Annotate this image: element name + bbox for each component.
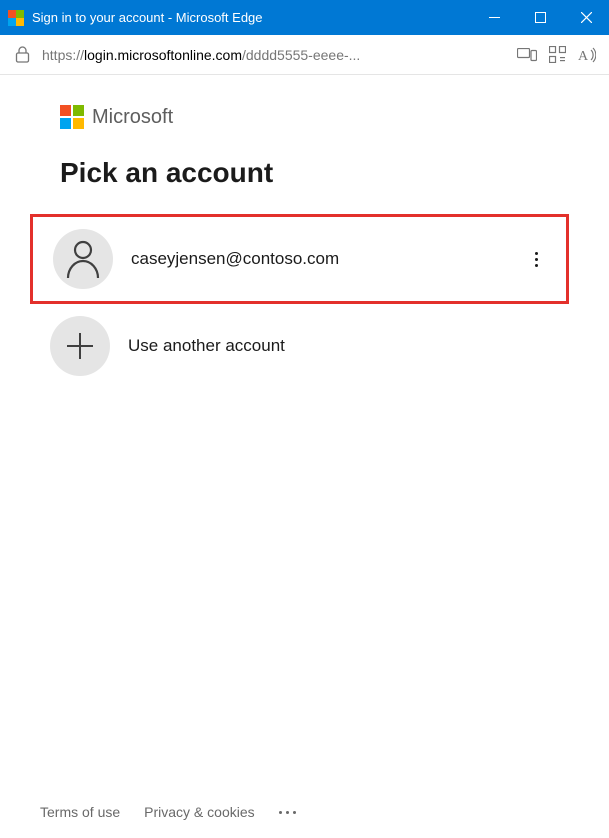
privacy-link[interactable]: Privacy & cookies (144, 804, 254, 820)
window-title: Sign in to your account - Microsoft Edge (32, 10, 471, 25)
close-button[interactable] (563, 0, 609, 35)
maximize-button[interactable] (517, 0, 563, 35)
footer: Terms of use Privacy & cookies (40, 804, 296, 820)
main-content: Microsoft Pick an account caseyjensen@co… (0, 75, 609, 388)
url-host: login.microsoftonline.com (84, 47, 242, 63)
url-scheme: https:// (42, 47, 84, 63)
window-titlebar: Sign in to your account - Microsoft Edge (0, 0, 609, 35)
avatar (53, 229, 113, 289)
microsoft-logo-text: Microsoft (92, 106, 173, 129)
address-bar: https://login.microsoftonline.com/dddd55… (0, 35, 609, 75)
use-another-label: Use another account (128, 336, 549, 356)
terms-link[interactable]: Terms of use (40, 804, 120, 820)
minimize-button[interactable] (471, 0, 517, 35)
footer-more-button[interactable] (279, 811, 296, 814)
device-icon[interactable] (517, 45, 537, 65)
account-list: caseyjensen@contoso.com Use another acco… (30, 214, 569, 388)
url-text[interactable]: https://login.microsoftonline.com/dddd55… (42, 47, 507, 63)
account-item-another[interactable]: Use another account (30, 304, 569, 388)
edge-app-icon (8, 10, 24, 26)
qr-icon[interactable] (547, 45, 567, 65)
url-path: /dddd5555-eeee-... (242, 47, 360, 63)
account-email: caseyjensen@contoso.com (131, 249, 509, 269)
add-avatar (50, 316, 110, 376)
read-aloud-icon[interactable]: A (577, 45, 597, 65)
person-icon (66, 240, 100, 278)
account-item-existing[interactable]: caseyjensen@contoso.com (30, 214, 569, 304)
microsoft-logo: Microsoft (60, 105, 569, 129)
page-heading: Pick an account (60, 157, 569, 189)
lock-icon[interactable] (12, 45, 32, 65)
svg-text:A: A (578, 49, 589, 63)
account-more-button[interactable] (527, 244, 546, 275)
microsoft-logo-icon (60, 105, 84, 129)
plus-icon (65, 331, 95, 361)
